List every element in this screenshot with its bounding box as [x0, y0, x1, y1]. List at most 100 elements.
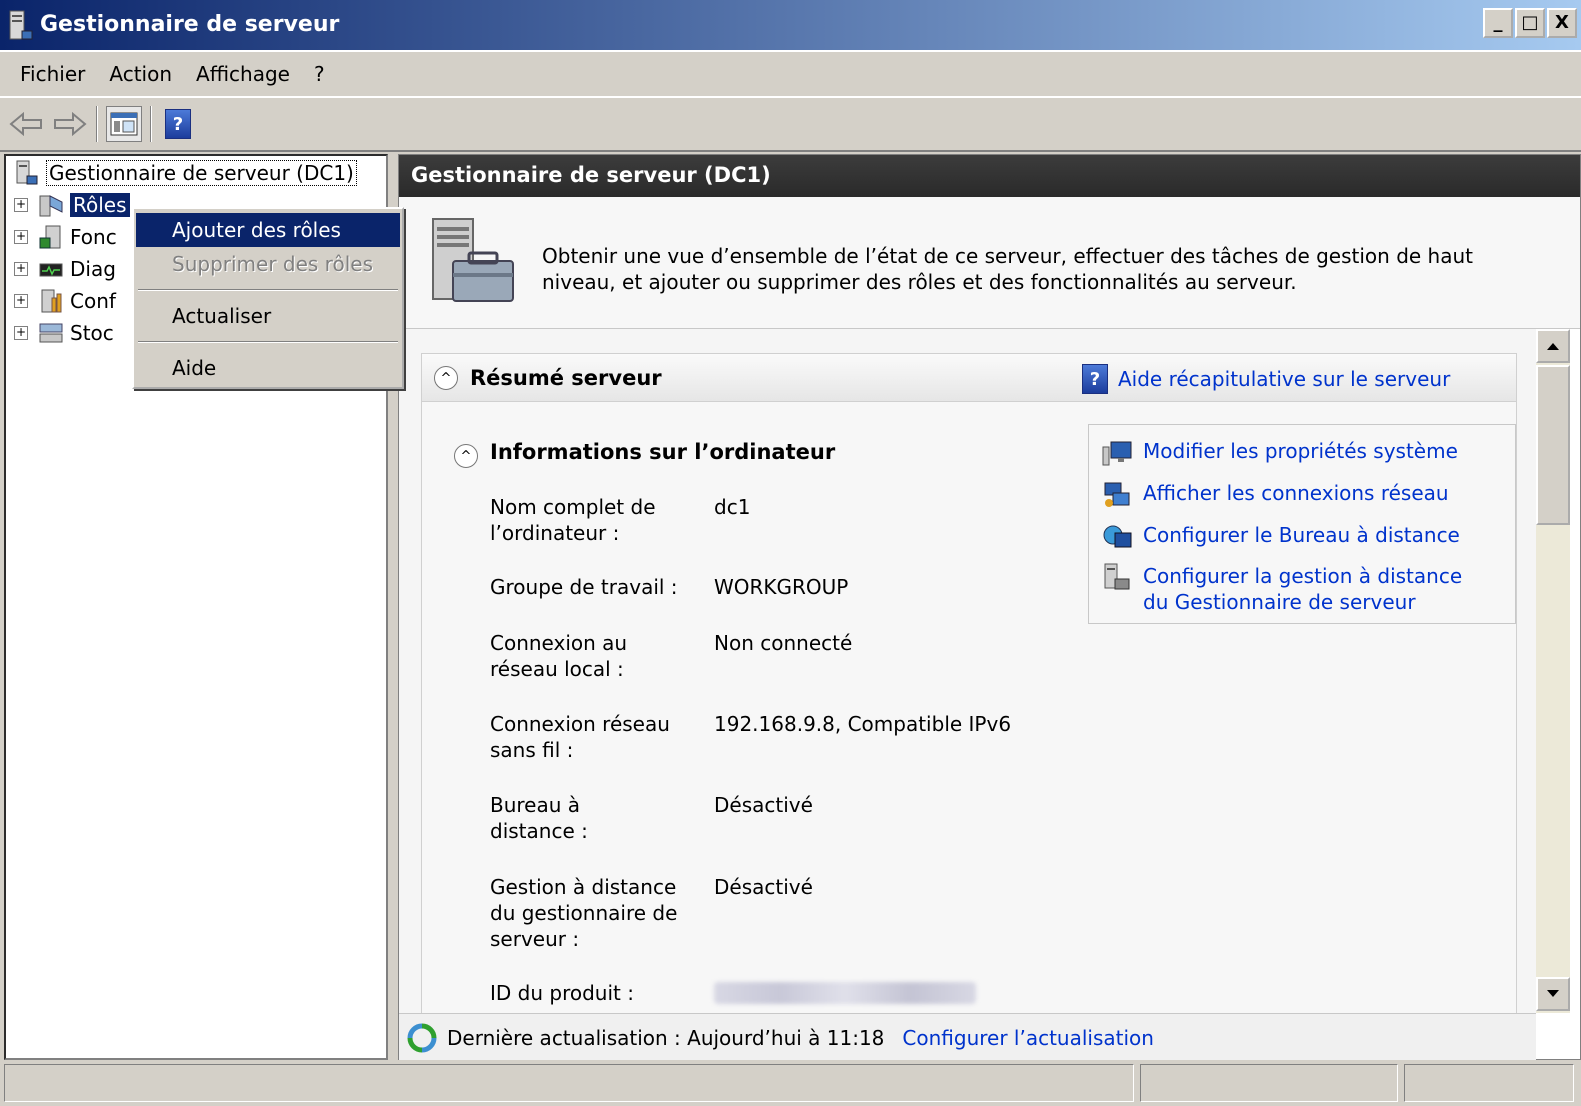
- tree-item-roles[interactable]: + Rôles: [14, 190, 130, 220]
- vertical-scrollbar[interactable]: [1536, 329, 1570, 1013]
- task-link-system-properties[interactable]: Modifier les propriétés système: [1143, 439, 1458, 463]
- task-system-properties[interactable]: Modifier les propriétés système: [1101, 439, 1458, 467]
- refresh-footer: Dernière actualisation : Aujourd’hui à 1…: [399, 1013, 1536, 1061]
- computer-info-title: Informations sur l’ordinateur: [490, 440, 836, 464]
- field-label-remote-desktop: Bureau à distance :: [490, 793, 588, 843]
- tree-item-root[interactable]: Gestionnaire de serveur (DC1): [14, 158, 357, 188]
- network-connections-icon: [1104, 482, 1130, 507]
- title-bar[interactable]: Gestionnaire de serveur _ □ X: [0, 0, 1581, 52]
- details-header: Gestionnaire de serveur (DC1): [399, 155, 1580, 197]
- task-link-remote-desktop[interactable]: Configurer le Bureau à distance: [1143, 523, 1460, 547]
- server-toolbox-icon: [432, 218, 514, 302]
- server-manager-icon: [9, 10, 33, 40]
- features-icon: [38, 224, 64, 250]
- field-label-computer-name: Nom complet de l’ordinateur :: [490, 495, 656, 545]
- scroll-up-button[interactable]: [1536, 329, 1570, 363]
- roles-icon: [38, 192, 64, 218]
- menu-affichage[interactable]: Affichage: [184, 62, 302, 86]
- expand-icon[interactable]: +: [14, 230, 28, 244]
- field-value-workgroup: WORKGROUP: [714, 575, 849, 599]
- configuration-icon: [38, 288, 64, 314]
- close-button[interactable]: X: [1547, 8, 1577, 38]
- toolbar-separator: [150, 106, 152, 142]
- task-link-network-connections[interactable]: Afficher les connexions réseau: [1143, 481, 1449, 505]
- status-panel-secondary: [1140, 1064, 1398, 1102]
- toolbar: ?: [0, 98, 1581, 152]
- maximize-button[interactable]: □: [1515, 8, 1545, 38]
- field-value-remote-management: Désactivé: [714, 875, 813, 899]
- ctx-help[interactable]: Aide: [136, 351, 400, 385]
- menu-separator: [138, 341, 398, 343]
- console-tree-icon: [110, 112, 138, 136]
- server-summary-section: ^ Résumé serveur ? Aide récapitulative s…: [421, 353, 1517, 1013]
- help-icon: ?: [165, 109, 191, 139]
- field-value-computer-name: dc1: [714, 495, 751, 519]
- summary-help-link-text[interactable]: Aide récapitulative sur le serveur: [1118, 367, 1450, 391]
- tree-label-storage: Stoc: [70, 321, 114, 345]
- system-properties-icon: [1102, 441, 1132, 466]
- status-panel-main: [4, 1064, 1134, 1102]
- tree-label-configuration: Conf: [70, 289, 116, 313]
- menu-fichier[interactable]: Fichier: [8, 62, 97, 86]
- tree-label-diagnostics: Diag: [70, 257, 116, 281]
- window-title: Gestionnaire de serveur: [40, 12, 340, 37]
- ctx-refresh[interactable]: Actualiser: [136, 299, 400, 333]
- expand-icon[interactable]: +: [14, 294, 28, 308]
- refresh-icon: [407, 1023, 437, 1052]
- menu-bar: Fichier Action Affichage ?: [0, 52, 1581, 98]
- task-remote-management[interactable]: Configurer la gestion à distance du Gest…: [1101, 563, 1493, 615]
- help-icon: ?: [1082, 364, 1108, 394]
- expand-icon[interactable]: +: [14, 326, 28, 340]
- forward-arrow-icon: [54, 112, 87, 136]
- summary-scroll-area[interactable]: ^ Résumé serveur ? Aide récapitulative s…: [399, 329, 1536, 1013]
- minimize-button[interactable]: _: [1483, 8, 1513, 38]
- task-link-remote-management[interactable]: Configurer la gestion à distance du Gest…: [1143, 563, 1493, 615]
- field-label-product-id: ID du produit :: [490, 981, 634, 1005]
- diagnostics-icon: [38, 256, 64, 282]
- arrow-down-icon: [1547, 990, 1559, 997]
- tasks-panel: Modifier les propriétés système Afficher…: [1088, 424, 1516, 624]
- task-remote-desktop[interactable]: Configurer le Bureau à distance: [1101, 523, 1460, 551]
- task-network-connections[interactable]: Afficher les connexions réseau: [1101, 481, 1449, 509]
- menu-action[interactable]: Action: [97, 62, 184, 86]
- expand-icon[interactable]: +: [14, 262, 28, 276]
- field-label-wireless: Connexion réseau sans fil :: [490, 712, 670, 762]
- expand-icon[interactable]: +: [14, 198, 28, 212]
- ctx-remove-roles: Supprimer des rôles: [172, 252, 373, 276]
- collapse-computer-info-button[interactable]: ^: [454, 444, 478, 468]
- menu-separator: [138, 289, 398, 291]
- collapse-summary-button[interactable]: ^: [434, 366, 458, 390]
- tree-item-diagnostics[interactable]: + Diag: [14, 254, 116, 284]
- tree-item-features[interactable]: + Fonc: [14, 222, 117, 252]
- last-refresh-text: Dernière actualisation : Aujourd’hui à 1…: [447, 1025, 885, 1050]
- menu-help[interactable]: ?: [302, 62, 337, 86]
- tree-item-storage[interactable]: + Stoc: [14, 318, 114, 348]
- storage-icon: [38, 320, 64, 346]
- tree-label-roles: Rôles: [70, 193, 130, 217]
- field-value-remote-desktop: Désactivé: [714, 793, 813, 817]
- field-value-lan: Non connecté: [714, 631, 853, 655]
- help-toolbar-button[interactable]: ?: [160, 106, 196, 142]
- context-menu: Ajouter des rôles Supprimer des rôles Ac…: [132, 207, 404, 389]
- server-manager-icon: [1104, 563, 1130, 590]
- summary-help-link[interactable]: ? Aide récapitulative sur le serveur: [1082, 364, 1450, 394]
- redacted-product-id: [714, 982, 976, 1004]
- status-panel-tertiary: [1404, 1064, 1574, 1102]
- show-hide-console-tree-button[interactable]: [106, 106, 142, 142]
- ctx-add-roles[interactable]: Ajouter des rôles: [136, 213, 400, 247]
- back-button[interactable]: [8, 106, 44, 142]
- forward-button[interactable]: [52, 106, 88, 142]
- server-summary-title: Résumé serveur: [470, 366, 662, 390]
- tree-item-configuration[interactable]: + Conf: [14, 286, 116, 316]
- scroll-thumb[interactable]: [1536, 365, 1570, 525]
- configure-refresh-link[interactable]: Configurer l’actualisation: [902, 1026, 1154, 1050]
- details-pane: Gestionnaire de serveur (DC1) Obtenir un…: [398, 154, 1581, 1061]
- status-bar: [0, 1060, 1581, 1106]
- toolbar-separator: [96, 106, 98, 142]
- field-value-wireless: 192.168.9.8, Compatible IPv6: [714, 712, 1012, 736]
- intro-text: Obtenir une vue d’ensemble de l’état de …: [542, 244, 1473, 294]
- scroll-down-button[interactable]: [1536, 977, 1570, 1011]
- tree-root-label: Gestionnaire de serveur (DC1): [46, 160, 357, 186]
- tree-label-features: Fonc: [70, 225, 117, 249]
- remote-desktop-icon: [1103, 525, 1132, 548]
